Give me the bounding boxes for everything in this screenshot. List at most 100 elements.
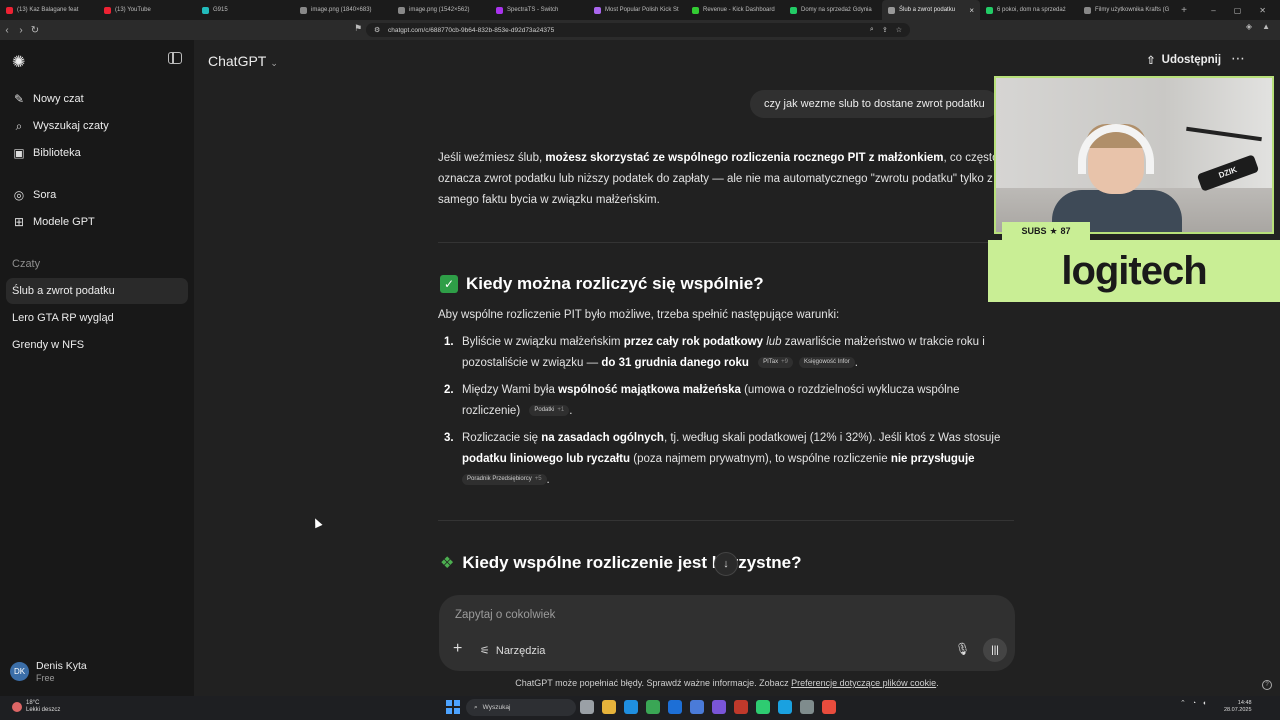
text-bold: na zasadach ogólnych — [541, 432, 664, 444]
extension-icon[interactable]: ▲ — [1262, 22, 1270, 31]
sidebar-item-search-chats[interactable]: ⌕ Wyszukaj czaty — [6, 113, 188, 139]
text: Jeśli weźmiesz ślub, — [438, 152, 546, 164]
browser-tab[interactable]: (13) Kaz Balagane feat — [0, 0, 98, 20]
chevron-up-icon[interactable]: ⌃ — [1180, 699, 1186, 707]
sidebar-item-label: Nowy czat — [33, 93, 84, 105]
sidebar-item-sora[interactable]: ◎ Sora — [6, 182, 188, 208]
tab-favicon-icon — [986, 6, 993, 14]
browser-tab[interactable]: Domy na sprzedaż Gdynia — [784, 0, 882, 20]
browser-tab[interactable]: (13) YouTube — [98, 0, 196, 20]
browser-tab[interactable]: image.png (1542×562) — [392, 0, 490, 20]
text: . — [546, 474, 550, 486]
star-icon[interactable]: ☆ — [896, 26, 902, 34]
zoom-icon[interactable]: ⌕ — [870, 26, 874, 34]
cookie-preferences-link[interactable]: Preferencje dotyczące plików cookie — [791, 678, 936, 688]
model-selector[interactable]: ChatGPT ⌄ — [208, 53, 278, 69]
bookmark-icon[interactable]: ⚑ — [354, 23, 362, 34]
maximize-icon[interactable]: ▢ — [1234, 6, 1242, 15]
taskbar-app-icon[interactable] — [580, 700, 594, 714]
scroll-down-button[interactable]: ↓ — [714, 552, 738, 576]
text-bold: do 31 grudnia danego roku — [601, 357, 749, 369]
taskbar-app-icon[interactable] — [734, 700, 748, 714]
taskbar-app-icon[interactable] — [624, 700, 638, 714]
composer-placeholder[interactable]: Zapytaj o cokolwiek — [455, 609, 555, 621]
close-window-icon[interactable]: ✕ — [1259, 6, 1266, 15]
taskbar-app-icon[interactable] — [668, 700, 682, 714]
browser-tab[interactable]: 6 pokoi, dom na sprzedaż — [980, 0, 1078, 20]
browser-tab[interactable]: image.png (1840×683) — [294, 0, 392, 20]
taskbar-search[interactable]: ⌕ Wyszukaj — [466, 699, 576, 716]
minimize-icon[interactable]: – — [1211, 6, 1215, 15]
text: (poza najmem prywatnym), to wspólne rozl… — [630, 453, 891, 465]
tab-favicon-icon — [496, 6, 503, 14]
chat-item[interactable]: Lero GTA RP wygląd — [6, 305, 188, 331]
more-options-icon[interactable]: ⋯ — [1231, 50, 1245, 67]
tools-button[interactable]: ⚟ Narzędzia — [480, 644, 545, 658]
source-chip[interactable]: Poradnik Przedsiębiorcy +5 — [462, 474, 547, 486]
sponsor-logo: logitech — [988, 240, 1280, 302]
tab-title: Filmy użytkownika Krafts (G — [1095, 7, 1170, 13]
source-chip[interactable]: PITax +9 — [758, 357, 793, 369]
source-chip[interactable]: Podatki +1 — [529, 405, 570, 417]
sidebar-item-label: Modele GPT — [33, 216, 95, 228]
site-info-icon[interactable]: ⚙ — [374, 26, 380, 34]
browser-tab[interactable]: Filmy użytkownika Krafts (G — [1078, 0, 1176, 20]
extension-icon[interactable]: ◈ — [1246, 22, 1252, 31]
tab-title: image.png (1840×683) — [311, 7, 372, 13]
new-tab-button[interactable]: + — [1176, 5, 1192, 16]
chip-count: +9 — [781, 359, 788, 366]
taskbar-app-icon[interactable] — [712, 700, 726, 714]
volume-icon[interactable]: ◖ — [1202, 700, 1206, 707]
browser-tab[interactable]: Revenue - Kick Dashboard — [686, 0, 784, 20]
subs-label: SUBS — [1021, 226, 1047, 236]
taskbar-app-icon[interactable] — [800, 700, 814, 714]
user-name: Denis Kyta — [36, 660, 87, 672]
sidebar-item-library[interactable]: ▣ Biblioteka — [6, 140, 188, 166]
taskbar-app-icon[interactable] — [756, 700, 770, 714]
star-icon: ★ — [1049, 225, 1058, 236]
browser-tab[interactable]: Ślub a zwrot podatku × — [882, 0, 980, 20]
sidebar-item-new-chat[interactable]: ✎ Nowy czat — [6, 86, 188, 112]
close-tab-icon[interactable]: × — [969, 6, 974, 15]
browser-address-bar: ‹ › ↻ ⚑ ⚙ chatgpt.com/c/688770cb-9b64-83… — [0, 20, 1280, 40]
taskbar-app-icon[interactable] — [778, 700, 792, 714]
voice-mode-button[interactable]: ||| — [983, 638, 1007, 662]
browser-tab[interactable]: Most Popular Polish Kick St — [588, 0, 686, 20]
user-profile[interactable]: DK Denis Kyta Free — [10, 660, 87, 683]
source-chip[interactable]: Księgowość Infor — [799, 357, 855, 369]
sidebar-item-gpts[interactable]: ⊞ Modele GPT — [6, 209, 188, 235]
share-label: Udostępnij — [1161, 54, 1222, 66]
money-icon: ❖ — [440, 555, 455, 572]
list-number: 2. — [444, 384, 454, 396]
help-icon[interactable]: ? — [1262, 680, 1272, 690]
start-button[interactable] — [446, 700, 460, 714]
back-icon[interactable]: ‹ — [0, 25, 14, 36]
chat-item-label: Lero GTA RP wygląd — [12, 312, 114, 324]
chat-item[interactable]: Grendy w NFS — [6, 332, 188, 358]
taskbar-app-icon[interactable] — [822, 700, 836, 714]
window-controls: – ▢ ✕ — [1211, 6, 1280, 15]
tab-favicon-icon — [692, 6, 699, 14]
microphone-icon[interactable]: 🎙 — [955, 642, 970, 656]
share-page-icon[interactable]: ⇪ — [882, 26, 888, 34]
taskbar-app-icon[interactable] — [646, 700, 660, 714]
browser-tab[interactable]: G915 — [196, 0, 294, 20]
reload-icon[interactable]: ↻ — [28, 25, 42, 36]
chip-count: +1 — [557, 407, 565, 414]
chat-item[interactable]: Ślub a zwrot podatku — [6, 278, 188, 304]
weather-widget[interactable]: 18°C Lekki deszcz — [12, 700, 60, 714]
network-icon[interactable]: ◔ — [1192, 700, 1196, 707]
tab-title: SpectraTS - Switch — [507, 7, 559, 13]
chatgpt-logo-icon[interactable]: ✺ — [12, 52, 25, 72]
forward-icon[interactable]: › — [14, 25, 28, 36]
message-composer[interactable]: Zapytaj o cokolwiek + ⚟ Narzędzia 🎙 ||| — [439, 595, 1015, 671]
attach-plus-icon[interactable]: + — [453, 640, 462, 658]
taskbar-app-icon[interactable] — [602, 700, 616, 714]
url-field[interactable]: ⚙ chatgpt.com/c/688770cb-9b64-832b-853e-… — [366, 23, 910, 37]
browser-tab[interactable]: SpectraTS - Switch — [490, 0, 588, 20]
extensions-bar: ◈ ▲ — [1246, 22, 1270, 31]
share-button[interactable]: ⇧ Udostępnij — [1146, 53, 1221, 67]
taskbar-app-icon[interactable] — [690, 700, 704, 714]
sidebar-toggle-icon[interactable] — [168, 52, 182, 64]
taskbar-clock[interactable]: 14:48 28.07.2025 — [1224, 700, 1252, 714]
